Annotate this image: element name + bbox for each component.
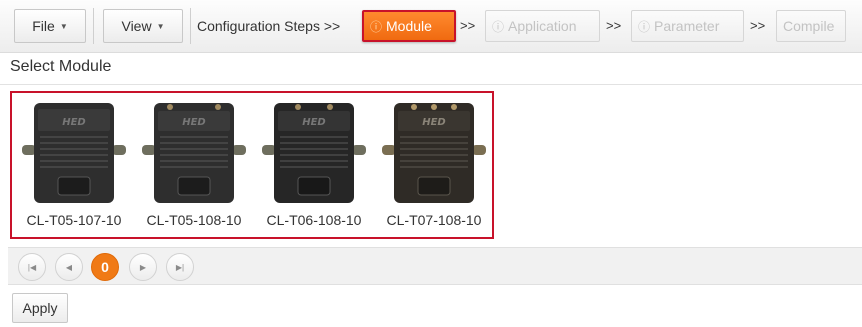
file-menu-button[interactable]: File ▼ — [14, 9, 86, 43]
module-name: CL-T07-108-10 — [386, 212, 482, 228]
module-name: CL-T06-108-10 — [266, 212, 362, 228]
view-menu-button[interactable]: View ▼ — [103, 9, 183, 43]
step-module-label: Module — [386, 18, 432, 34]
module-name: CL-T05-108-10 — [146, 212, 242, 228]
last-page-icon[interactable]: ▶| — [166, 253, 194, 281]
module-item[interactable]: HED CL-T05-108-10 — [136, 97, 252, 233]
file-menu-label: File — [32, 18, 55, 34]
section-title: Select Module — [10, 58, 112, 75]
step-separator: >> — [606, 18, 622, 33]
module-item[interactable]: HED CL-T05-107-10 — [16, 97, 132, 233]
module-item[interactable]: HED CL-T07-108-10 — [376, 97, 492, 233]
module-item[interactable]: HED CL-T06-108-10 — [256, 97, 372, 233]
step-compile-label: Compile — [783, 18, 835, 34]
chevron-down-icon: ▼ — [59, 21, 68, 31]
view-menu-label: View — [121, 18, 152, 34]
module-list: HED CL-T05-107-10 HED CL-T05-108-10 HED … — [10, 91, 494, 239]
exclamation-circle-icon: ⓘ — [638, 19, 651, 34]
chevron-down-icon: ▼ — [156, 21, 165, 31]
svg-text:HED: HED — [182, 117, 206, 128]
divider — [0, 84, 862, 85]
module-image: HED — [256, 97, 372, 207]
step-separator: >> — [460, 18, 476, 33]
first-page-icon[interactable]: |◀ — [18, 253, 46, 281]
step-parameter-button[interactable]: ⓘ Parameter — [631, 10, 744, 42]
module-image: HED — [376, 97, 492, 207]
step-application-label: Application — [508, 18, 577, 34]
current-page-button[interactable]: 0 — [91, 253, 119, 281]
previous-page-icon[interactable]: ◀ — [55, 253, 83, 281]
pager: |◀ ◀ 0 ▶ ▶| — [8, 247, 862, 285]
configuration-steps-label: Configuration Steps >> — [197, 18, 341, 34]
svg-text:HED: HED — [62, 117, 86, 128]
step-application-button[interactable]: ⓘ Application — [485, 10, 600, 42]
exclamation-circle-icon: ⓘ — [370, 19, 383, 34]
module-image: HED — [16, 97, 132, 207]
toolbar: File ▼ View ▼ Configuration Steps >> ⓘ M… — [0, 0, 862, 53]
svg-text:HED: HED — [422, 117, 446, 128]
apply-button[interactable]: Apply — [12, 293, 68, 323]
module-image: HED — [136, 97, 252, 207]
step-parameter-label: Parameter — [654, 18, 720, 34]
next-page-icon[interactable]: ▶ — [129, 253, 157, 281]
step-separator: >> — [750, 18, 766, 33]
toolbar-divider — [190, 8, 191, 44]
exclamation-circle-icon: ⓘ — [492, 19, 505, 34]
module-name: CL-T05-107-10 — [26, 212, 122, 228]
step-module-button[interactable]: ⓘ Module — [362, 10, 456, 42]
svg-text:HED: HED — [302, 117, 326, 128]
toolbar-divider — [93, 8, 94, 44]
step-compile-button[interactable]: Compile — [776, 10, 846, 42]
